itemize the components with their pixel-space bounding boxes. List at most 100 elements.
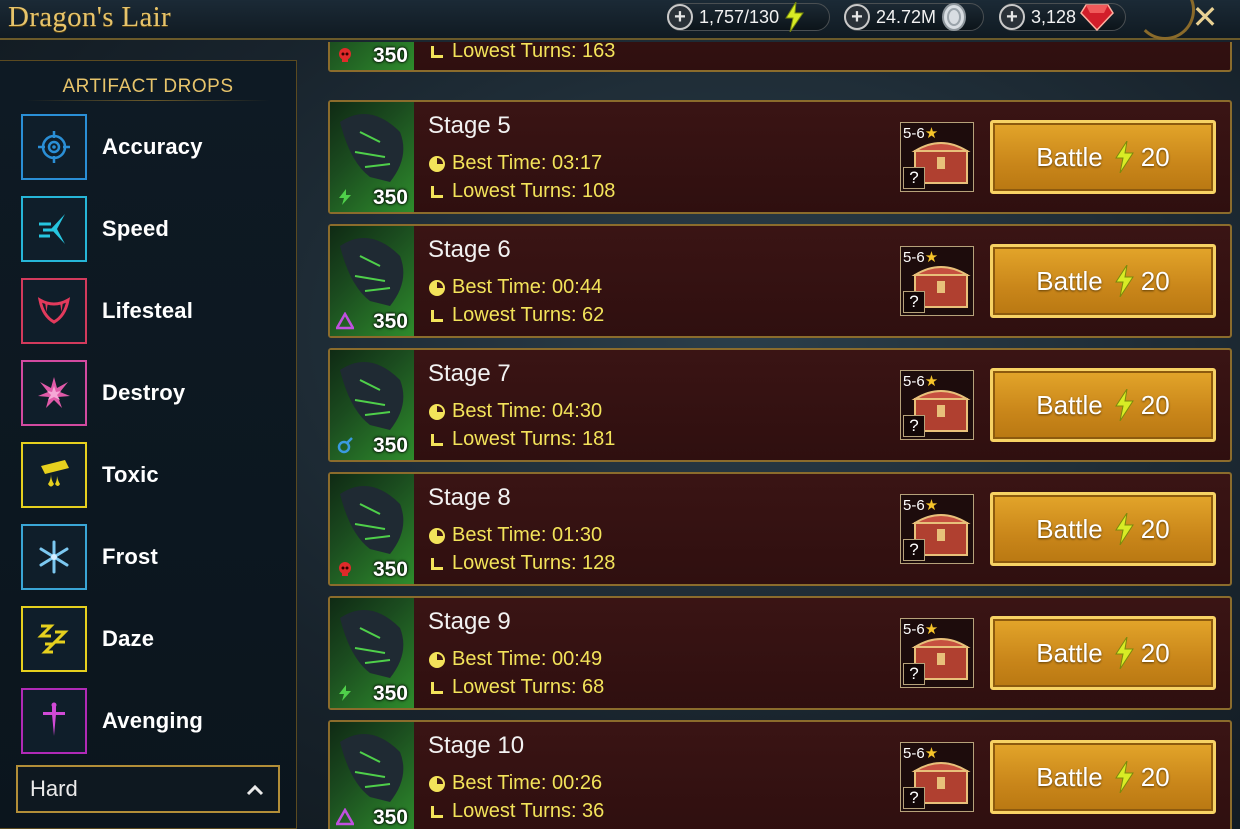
best-time: Best Time: 00:44 — [428, 276, 602, 299]
difficulty-dropdown[interactable]: Hard — [16, 765, 280, 813]
battle-button[interactable]: Battle 20 — [990, 740, 1216, 814]
spirit-affinity-icon — [337, 437, 353, 454]
ruby-gem-icon — [1080, 3, 1114, 31]
fangs-icon — [21, 278, 87, 344]
energy-bolt-icon — [1113, 761, 1135, 793]
speed-arrow-icon — [21, 196, 87, 262]
energy-bolt-icon — [1113, 513, 1135, 545]
stage-name: Stage 8 — [428, 484, 511, 511]
energy-bolt-icon — [1113, 141, 1135, 173]
lowest-turns: Lowest Turns: 62 — [428, 304, 604, 327]
corner-ornament — [1135, 0, 1195, 40]
turns-icon — [428, 679, 446, 697]
turns-icon — [428, 43, 446, 61]
skull-icon — [339, 562, 351, 576]
reward-chest[interactable]: 5-6★ ? — [900, 742, 974, 812]
snowflake-icon — [21, 524, 87, 590]
energy-bolt-icon — [1113, 637, 1135, 669]
add-energy-button[interactable]: + — [667, 4, 693, 30]
battle-button[interactable]: Battle 20 — [990, 492, 1216, 566]
best-time: Best Time: 00:26 — [428, 772, 602, 795]
silver-coin-icon — [940, 3, 968, 31]
dragon-portrait: 350 — [330, 598, 414, 708]
add-silver-button[interactable]: + — [844, 4, 870, 30]
clock-icon — [428, 527, 446, 545]
stage-name: Stage 10 — [428, 732, 525, 759]
artifact-set-speed[interactable]: Speed — [21, 196, 281, 262]
divider — [26, 100, 270, 101]
stage-list[interactable]: 350 Lowest Turns: 163 ? 350 Stage 5 Best… — [328, 42, 1232, 829]
lowest-turns: Lowest Turns: 163 — [428, 42, 615, 63]
battle-button[interactable]: Battle 20 — [990, 616, 1216, 690]
lowest-turns: Lowest Turns: 128 — [428, 552, 615, 575]
artifact-set-avenging[interactable]: Avenging — [21, 688, 281, 754]
artifact-set-label: Toxic — [102, 462, 159, 487]
clock-icon — [428, 651, 446, 669]
artifact-set-label: Speed — [102, 216, 170, 241]
dragon-portrait: 350 — [330, 102, 414, 212]
reward-chest[interactable]: 5-6★ ? — [900, 122, 974, 192]
battle-button[interactable]: Battle 20 — [990, 244, 1216, 318]
reward-chest[interactable]: 5-6★ ? — [900, 246, 974, 316]
stage-name: Stage 5 — [428, 112, 511, 139]
artifact-drops-title: ARTIFACT DROPS — [62, 76, 234, 97]
stage-row: 350 Stage 8 Best Time: 01:30 Lowest Turn… — [328, 472, 1232, 586]
turns-icon — [428, 803, 446, 821]
reward-chest[interactable]: 5-6★ ? — [900, 494, 974, 564]
sword-icon — [21, 688, 87, 754]
stage-name: Stage 7 — [428, 360, 511, 387]
level-badge: 350 — [372, 44, 408, 67]
battle-button[interactable]: Battle 20 — [990, 368, 1216, 442]
battle-button[interactable]: Battle 20 — [990, 120, 1216, 194]
difficulty-value: Hard — [30, 776, 78, 801]
energy-counter: + 1,757/130 — [667, 2, 830, 32]
add-gems-button[interactable]: + — [999, 4, 1025, 30]
artifact-set-frost[interactable]: Frost — [21, 524, 281, 590]
skull-icon — [339, 48, 351, 62]
artifact-set-label: Lifesteal — [102, 298, 194, 323]
unknown-reward-badge: ? — [903, 415, 925, 437]
gems-value: 3,128 — [1031, 6, 1077, 27]
gems-counter: + 3,128 — [999, 3, 1126, 31]
artifact-set-label: Avenging — [102, 708, 204, 733]
lowest-turns: Lowest Turns: 36 — [428, 800, 604, 823]
page-title: Dragon's Lair — [8, 1, 171, 33]
artifact-set-daze[interactable]: Daze — [21, 606, 281, 672]
artifact-set-destroy[interactable]: Destroy — [21, 360, 281, 426]
artifact-set-label: Frost — [102, 544, 158, 569]
best-time: Best Time: 03:17 — [428, 152, 602, 175]
clock-icon — [428, 775, 446, 793]
level-badge: 350 — [372, 558, 408, 581]
top-bar: Dragon's Lair + 1,757/130 + 24.72M + 3,1… — [0, 0, 1240, 40]
dragon-portrait: 350 — [330, 42, 414, 70]
artifact-drops-panel: ARTIFACT DROPS Accuracy Speed Lifesteal … — [0, 60, 297, 829]
level-badge: 350 — [372, 434, 408, 457]
artifact-set-lifesteal[interactable]: Lifesteal — [21, 278, 281, 344]
magic-affinity-icon — [339, 685, 351, 701]
clock-icon — [428, 155, 446, 173]
dragon-portrait: 350 — [330, 226, 414, 336]
stage-row: 350 Stage 5 Best Time: 03:17 Lowest Turn… — [328, 100, 1232, 214]
magic-affinity-icon — [339, 189, 351, 205]
artifact-set-toxic[interactable]: Toxic — [21, 442, 281, 508]
chevron-up-icon — [246, 776, 264, 802]
reward-chest[interactable]: 5-6★ ? — [900, 618, 974, 688]
energy-bolt-icon — [783, 2, 805, 32]
lowest-turns: Lowest Turns: 68 — [428, 676, 604, 699]
stage-row: 350 Stage 6 Best Time: 00:44 Lowest Turn… — [328, 224, 1232, 338]
level-badge: 350 — [372, 310, 408, 333]
turns-icon — [428, 555, 446, 573]
clock-icon — [428, 403, 446, 421]
burst-icon — [21, 360, 87, 426]
reward-chest[interactable]: 5-6★ ? — [900, 370, 974, 440]
level-badge: 350 — [372, 186, 408, 209]
close-button[interactable]: ✕ — [1187, 1, 1223, 33]
void-affinity-icon — [336, 312, 354, 330]
level-badge: 350 — [372, 806, 408, 829]
void-affinity-icon — [336, 808, 354, 826]
dragon-portrait: 350 — [330, 722, 414, 829]
artifact-set-accuracy[interactable]: Accuracy — [21, 114, 281, 180]
energy-value: 1,757/130 — [699, 6, 780, 27]
clock-icon — [428, 279, 446, 297]
silver-value: 24.72M — [876, 6, 937, 27]
